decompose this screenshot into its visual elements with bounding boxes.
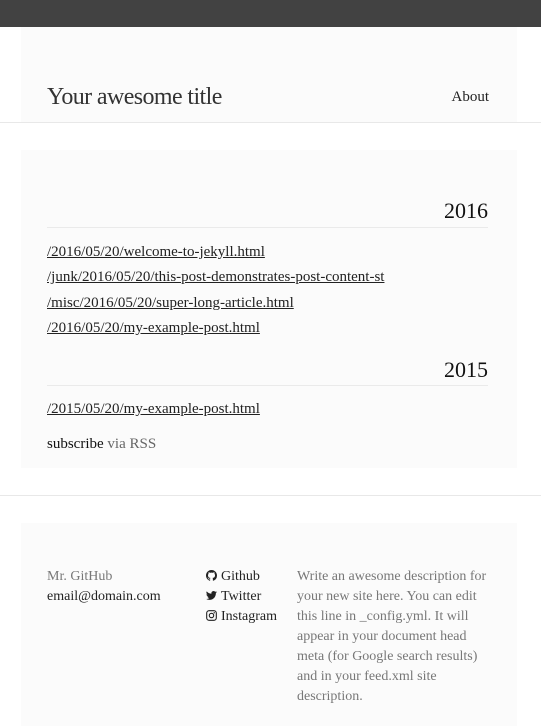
year-divider — [47, 385, 488, 386]
subscribe-label: subscribe — [47, 436, 104, 452]
list-item: /2015/05/20/my-example-post.html — [47, 398, 488, 423]
list-item: /junk/2016/05/20/this-post-demonstrates-… — [47, 266, 488, 291]
twitter-icon — [206, 591, 217, 600]
post-list: /2016/05/20/welcome-to-jekyll.html /junk… — [47, 241, 488, 342]
top-bar — [0, 0, 541, 27]
github-icon — [206, 570, 217, 581]
author-name: Mr. GitHub — [47, 569, 113, 584]
year-divider — [47, 227, 488, 228]
nav-about-link[interactable]: About — [452, 87, 490, 107]
post-link[interactable]: /2016/05/20/welcome-to-jekyll.html — [47, 244, 265, 260]
footer-contact: Mr. GitHub email@domain.com — [47, 567, 161, 607]
footer-divider — [0, 495, 541, 496]
social-item-twitter[interactable]: Twitter — [206, 587, 277, 607]
author-email[interactable]: email@domain.com — [47, 587, 161, 607]
year-heading: 2016 — [444, 198, 488, 223]
post-link[interactable]: /misc/2016/05/20/super-long-article.html — [47, 295, 294, 311]
post-list: /2015/05/20/my-example-post.html — [47, 398, 488, 423]
instagram-icon — [206, 610, 217, 621]
social-item-github[interactable]: Github — [206, 567, 277, 587]
social-label: Twitter — [221, 589, 262, 604]
rss-link[interactable]: via RSS — [107, 436, 156, 452]
site-description: Write an awesome description for your ne… — [297, 569, 487, 704]
social-links: Github Twitter Instagram — [206, 567, 277, 627]
post-link[interactable]: /2016/05/20/my-example-post.html — [47, 320, 260, 336]
site-title[interactable]: Your awesome title — [47, 82, 222, 112]
list-item: /2016/05/20/welcome-to-jekyll.html — [47, 241, 488, 266]
list-item: /misc/2016/05/20/super-long-article.html — [47, 292, 488, 317]
list-item: /2016/05/20/my-example-post.html — [47, 317, 488, 342]
social-label: Instagram — [221, 609, 277, 624]
social-item-instagram[interactable]: Instagram — [206, 607, 277, 627]
subscribe-line: subscribe via RSS — [47, 434, 156, 454]
social-label: Github — [221, 569, 260, 584]
post-link[interactable]: /junk/2016/05/20/this-post-demonstrates-… — [47, 269, 384, 285]
post-link[interactable]: /2015/05/20/my-example-post.html — [47, 401, 260, 417]
header-divider — [0, 122, 541, 123]
year-heading: 2015 — [444, 357, 488, 382]
